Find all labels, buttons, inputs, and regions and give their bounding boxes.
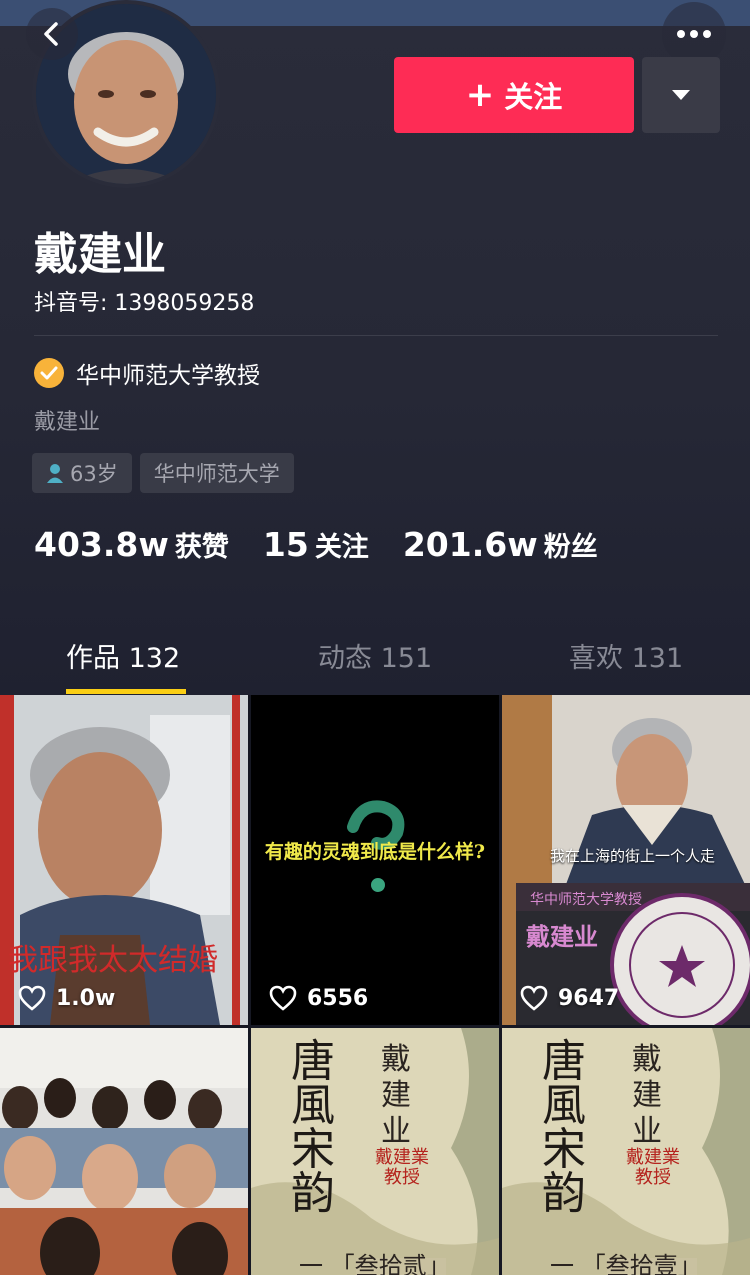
profile-name: 戴建业 [34,229,166,280]
video-caption: 唐風宋韵 [291,1036,335,1219]
stat-label: 获赞 [174,532,229,563]
caret-down-icon [672,90,690,100]
chevron-left-icon [44,22,58,46]
video-thumbnail[interactable]: 有趣的灵魂到底是什么样? 6556 [251,695,499,1025]
video-author: 戴建业 [381,1042,411,1149]
verified-badge-icon [34,358,64,388]
heart-icon [18,985,46,1011]
seal-text: 戴建業 教授 [375,1147,429,1188]
profile-tags: 63岁 华中师范大学 [32,453,294,493]
ellipsis-icon [677,30,711,38]
verification: 华中师范大学教授 [34,356,260,390]
video-caption: 我在上海的街上一个人走 [550,847,716,865]
bio: 戴建业 [34,410,101,435]
verified-label: 华中师范大学教授 [76,363,260,389]
video-caption: 有趣的灵魂到底是什么样? [264,841,486,863]
profile-stats: 403.8w 获赞 15 关注 201.6w 粉丝 [34,525,598,564]
stat-following[interactable]: 15 关注 [263,525,369,564]
episode-label: 一 「叁拾壹」 [550,1252,702,1275]
video-caption: 唐風宋韵 [542,1036,586,1219]
stat-label: 粉丝 [543,532,598,563]
seal-text: 戴建業 教授 [626,1147,680,1188]
video-likes: 6556 [269,985,368,1011]
stat-likes: 403.8w 获赞 [34,525,229,564]
follow-label: 关注 [504,80,563,114]
school-tag[interactable]: 华中师范大学 [139,453,294,493]
heart-icon [520,985,548,1011]
video-banner-name: 戴建业 [526,923,598,951]
stat-number: 201.6w [402,525,538,564]
video-caption: 我跟我太太结婚 [8,943,218,978]
back-button[interactable] [26,8,78,60]
recommend-dropdown-button[interactable] [642,57,720,133]
plus-icon: + [465,75,495,115]
video-grid: 我跟我太太结婚 1.0w 有趣的灵魂到底是什么样? 6556 我在上海的街上一个… [0,695,750,1275]
school-label: 华中师范大学 [153,462,280,486]
video-author: 戴建业 [632,1042,662,1149]
age-label: 63岁 [70,462,118,486]
video-banner: 华中师范大学教授 [530,892,642,908]
stat-label: 关注 [314,532,369,563]
tab-liked[interactable]: 喜欢 131 [569,636,683,675]
like-count: 1.0w [56,985,116,1011]
profile-tabs: 作品 132 动态 151 喜欢 131 [0,618,750,695]
episode-label: 一 「叁拾贰」 [299,1252,451,1275]
divider [34,335,718,336]
tab-works[interactable]: 作品 132 [66,636,180,675]
stat-number: 403.8w [34,525,169,564]
person-icon [47,464,63,483]
video-thumbnail[interactable]: 唐風宋韵 戴建业 戴建業 教授 一 「叁拾壹」 [502,1028,750,1275]
stat-followers[interactable]: 201.6w 粉丝 [403,525,598,564]
follow-button[interactable]: + 关注 [394,57,634,133]
tab-moments[interactable]: 动态 151 [318,636,432,675]
stat-number: 15 [262,525,309,564]
like-count: 9647 [558,985,620,1011]
video-thumbnail[interactable]: 唐風宋韵 戴建业 戴建業 教授 一 「叁拾贰」 [251,1028,499,1275]
age-tag: 63岁 [32,453,132,493]
tab-indicator [66,689,186,694]
video-likes: 1.0w [18,985,115,1011]
video-thumbnail[interactable]: 我跟我太太结婚 1.0w [0,695,248,1025]
like-count: 6556 [307,985,369,1011]
video-thumbnail[interactable] [0,1028,248,1275]
video-likes: 9647 [520,985,619,1011]
video-cover [0,1028,248,1275]
douyin-id[interactable]: 抖音号: 1398059258 [34,285,254,317]
heart-icon [269,985,297,1011]
video-thumbnail[interactable]: 我在上海的街上一个人走 华中师范大学教授 戴建业 9647 [502,695,750,1025]
